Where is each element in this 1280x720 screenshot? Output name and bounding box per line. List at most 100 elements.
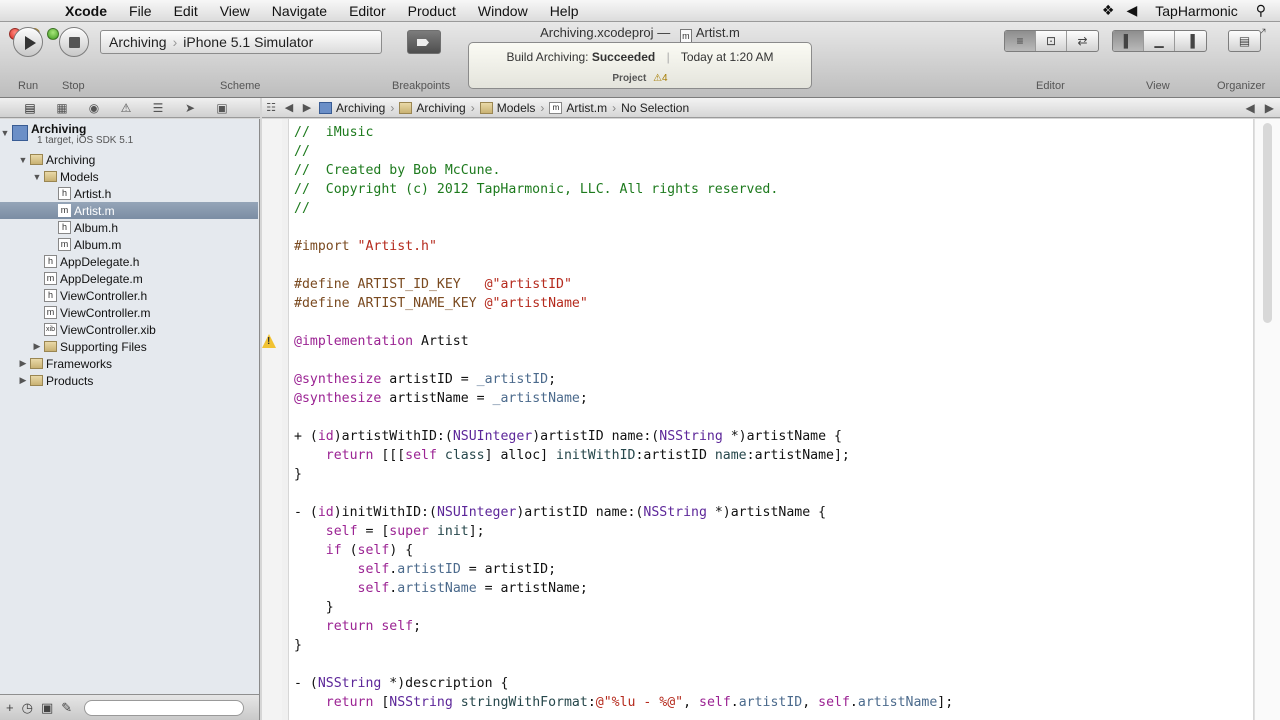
menu-app[interactable]: Xcode (54, 0, 118, 22)
breakpoint-navigator-icon[interactable]: ➤ (182, 101, 198, 115)
keyword-token: return (325, 448, 374, 463)
tree-item[interactable]: h AppDelegate.h (0, 253, 258, 270)
code-line: } (294, 600, 334, 615)
spotlight-search-icon[interactable]: ⚲ (1256, 2, 1266, 19)
tree-label: Frameworks (46, 356, 113, 371)
folder-icon (479, 101, 493, 114)
disclosure-closed-icon[interactable]: ▶ (32, 341, 42, 352)
disclosure-open-icon[interactable]: ▼ (18, 155, 28, 165)
stop-button[interactable] (59, 27, 89, 57)
tree-item[interactable]: m Album.m (0, 236, 258, 253)
assistant-editor-icon[interactable]: ⊡ (1036, 31, 1067, 51)
navigator-filter-bar: + ◷ ▣ ✎ (0, 694, 260, 720)
project-subtitle: 1 target, iOS SDK 5.1 (37, 135, 134, 146)
menu-product[interactable]: Product (397, 0, 467, 22)
code-folding-ribbon[interactable] (282, 119, 288, 720)
code-text: :artistName]; (746, 448, 850, 463)
disclosure-open-icon[interactable]: ▼ (0, 128, 10, 138)
xcode-project-icon (319, 101, 332, 114)
forward-arrow-icon[interactable]: ▶ (298, 101, 316, 114)
keyword-token: id (317, 429, 334, 444)
breakpoints-button[interactable] (407, 30, 441, 54)
code-text: . (849, 695, 858, 710)
tree-item[interactable]: ▶ Products (0, 372, 258, 389)
debug-area-toggle-icon[interactable]: ▁ (1144, 31, 1175, 51)
folder-icon (44, 171, 57, 182)
breadcrumb-group[interactable]: Archiving (396, 101, 468, 115)
utilities-toggle-icon[interactable]: ▐ (1175, 31, 1206, 51)
disclosure-open-icon[interactable]: ▼ (32, 172, 42, 182)
dropbox-icon[interactable]: ❖ (1102, 2, 1115, 19)
scheme-selector[interactable]: Archiving › iPhone 5.1 Simulator (100, 30, 382, 54)
navigator-filter-input[interactable] (84, 699, 245, 716)
tree-item[interactable]: ▼ Models (0, 168, 258, 185)
tree-label: AppDelegate.m (60, 271, 143, 286)
header-file-icon: h (44, 289, 57, 302)
symbol-navigator-icon[interactable]: ▦ (54, 101, 70, 115)
previous-issue-icon[interactable]: ◀ (1246, 101, 1255, 115)
menu-edit[interactable]: Edit (163, 0, 209, 22)
tree-item[interactable]: h Album.h (0, 219, 258, 236)
disclosure-closed-icon[interactable]: ▶ (18, 375, 28, 386)
run-button[interactable] (13, 27, 43, 57)
breadcrumb-file[interactable]: m Artist.m (546, 101, 610, 115)
search-navigator-icon[interactable]: ◉ (86, 101, 102, 115)
tree-item[interactable]: m ViewController.m (0, 304, 258, 321)
tree-item[interactable]: ▶ Frameworks (0, 355, 258, 372)
menu-view[interactable]: View (209, 0, 261, 22)
menu-help[interactable]: Help (539, 0, 590, 22)
source-control-filter-icon[interactable]: ▣ (41, 700, 53, 716)
build-time: Today at 1:20 AM (680, 50, 774, 64)
standard-editor-icon[interactable]: ≡ (1005, 31, 1036, 51)
menu-window[interactable]: Window (467, 0, 539, 22)
code-text: :artistID (635, 448, 715, 463)
log-navigator-icon[interactable]: ▣ (214, 101, 230, 115)
menu-file[interactable]: File (118, 0, 163, 22)
warning-count-value: 4 (662, 73, 668, 84)
tree-item-selected[interactable]: m Artist.m (0, 202, 258, 219)
issue-navigator-icon[interactable]: ⚠ (118, 101, 134, 115)
string-token: @"artistName" (484, 296, 588, 311)
breadcrumb-project[interactable]: Archiving (316, 101, 388, 115)
method-token: class (436, 448, 485, 463)
tree-item[interactable]: ▶ Supporting Files (0, 338, 258, 355)
related-items-icon[interactable]: ☷ (262, 101, 280, 114)
debug-navigator-icon[interactable]: ☰ (150, 101, 166, 115)
recent-files-icon[interactable]: ◷ (22, 700, 33, 716)
keyword-token: return (325, 619, 374, 634)
breadcrumb-label: Archiving (416, 100, 466, 115)
keyword-token: self (357, 562, 390, 577)
scroll-thumb[interactable] (1263, 123, 1272, 323)
keyword-token: @synthesize (294, 391, 382, 406)
warning-count[interactable]: ⚠4 (653, 73, 668, 84)
volume-icon[interactable]: ◀ (1126, 2, 1137, 19)
title-dash: — (657, 25, 671, 40)
string-token: @"artistID" (484, 277, 572, 292)
unsaved-filter-icon[interactable]: ✎ (61, 700, 72, 716)
xcode-project-icon (12, 125, 28, 141)
breadcrumb-label: No Selection (621, 100, 690, 115)
add-file-icon[interactable]: + (6, 700, 14, 715)
tree-item[interactable]: ▼ Archiving (0, 151, 258, 168)
back-arrow-icon[interactable]: ◀ (280, 101, 298, 114)
tree-item[interactable]: h Artist.h (0, 185, 258, 202)
version-editor-icon[interactable]: ⇄ (1067, 31, 1098, 51)
disclosure-closed-icon[interactable]: ▶ (18, 358, 28, 369)
tree-item[interactable]: m AppDelegate.m (0, 270, 258, 287)
organizer-icon[interactable]: ▤ (1229, 31, 1260, 51)
tree-item[interactable]: h ViewController.h (0, 287, 258, 304)
project-navigator-icon[interactable]: ▤ (22, 101, 38, 115)
breadcrumb-models[interactable]: Models (477, 101, 539, 115)
source-editor[interactable]: // iMusic // // Created by Bob McCune. /… (289, 119, 1253, 720)
tree-item[interactable]: xib ViewController.xib (0, 321, 258, 338)
navigator-toggle-icon[interactable]: ▌ (1113, 31, 1144, 51)
editor-scrollbar[interactable] (1254, 119, 1280, 720)
chevron-right-icon: › (390, 100, 395, 115)
breadcrumb-symbol[interactable]: No Selection (618, 101, 692, 115)
next-issue-icon[interactable]: ▶ (1265, 101, 1274, 115)
menu-navigate[interactable]: Navigate (261, 0, 338, 22)
class-name: Artist (413, 334, 469, 349)
menu-user[interactable]: TapHarmonic (1149, 3, 1243, 19)
menu-editor[interactable]: Editor (338, 0, 397, 22)
keyword-token: @synthesize (294, 372, 382, 387)
